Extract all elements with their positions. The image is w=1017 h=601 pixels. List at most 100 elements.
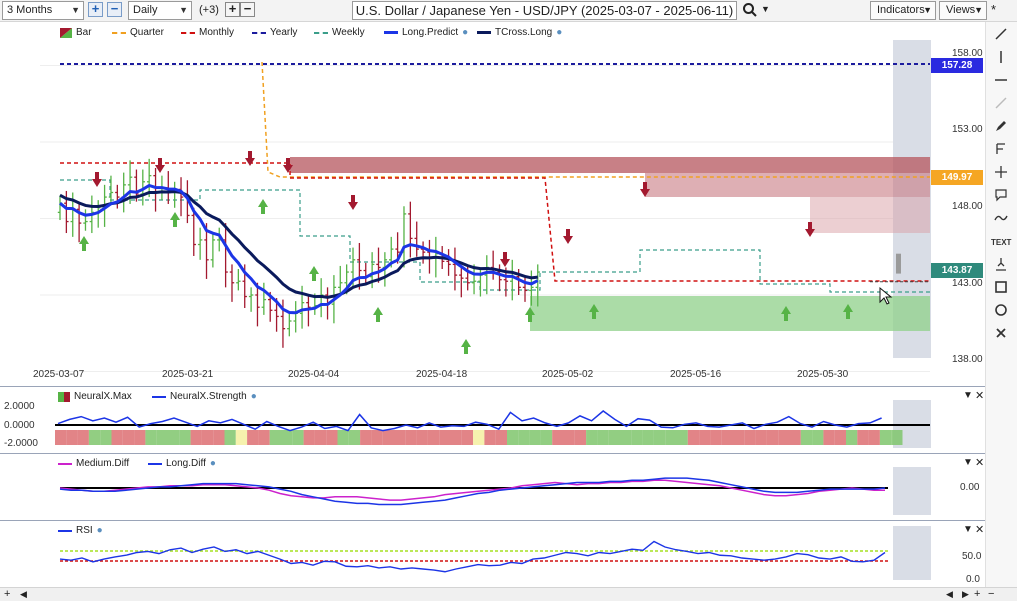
settings-dot-icon[interactable]: ● — [251, 391, 257, 402]
bar-legend-icon — [60, 27, 72, 38]
horizontal-line-tool-icon[interactable] — [990, 72, 1012, 91]
annotation-tool-icon[interactable] — [990, 187, 1012, 206]
settings-dot-icon[interactable]: ● — [97, 525, 103, 536]
zoom-in-button[interactable]: + — [88, 2, 103, 17]
remove-overlay-button[interactable]: − — [240, 2, 255, 17]
panel-menu-icon[interactable]: ▼ — [963, 524, 973, 535]
rectangle-tool-icon[interactable] — [990, 279, 1012, 298]
supply-zone — [290, 157, 930, 173]
panel-separator[interactable] — [0, 520, 985, 521]
period-select-value: 3 Months — [7, 4, 53, 16]
channel-tool-icon[interactable] — [990, 256, 1012, 275]
sell-arrow-stem — [286, 158, 290, 165]
search-icon[interactable] — [742, 2, 758, 18]
heat-cell — [574, 430, 587, 445]
vertical-line-tool-icon[interactable] — [990, 49, 1012, 68]
interval-select[interactable]: Daily ▼ — [128, 1, 192, 20]
legend-medium-diff-label: Medium.Diff — [76, 458, 130, 469]
price-axis-label: 143.00 — [952, 278, 983, 289]
scroll-left-icon[interactable]: ◀ — [20, 589, 27, 600]
bottom-scrollbar[interactable]: + ◀ ◀ ▶ + − — [0, 587, 1017, 601]
fibonacci-tool-icon[interactable] — [990, 141, 1012, 160]
scroll-right-icon[interactable]: ▶ — [962, 589, 969, 600]
legend-monthly-label: Monthly — [199, 27, 235, 38]
indicators-menu[interactable]: Indicators ▼ — [870, 1, 936, 20]
heat-cell — [55, 430, 67, 445]
long-diff-swatch — [148, 462, 162, 465]
symbol-title[interactable]: U.S. Dollar / Japanese Yen - USD/JPY (20… — [352, 1, 737, 20]
buy-arrow-stem — [173, 220, 177, 227]
heat-cell — [529, 430, 541, 445]
heat-cell — [823, 430, 835, 445]
supply-zone-low — [810, 197, 930, 233]
zoom-out-button[interactable]: − — [107, 2, 122, 17]
views-menu-label: Views — [946, 4, 976, 16]
crosshair-tool-icon[interactable] — [990, 164, 1012, 183]
neuralx-axis-label: -2.0000 — [4, 438, 38, 449]
close-icon[interactable]: ✕ — [975, 456, 984, 469]
heat-cell — [281, 430, 293, 445]
add-panel-icon[interactable]: + — [4, 588, 10, 600]
heat-cell — [179, 430, 191, 445]
heat-cell — [145, 430, 157, 445]
settings-dot-icon[interactable]: ● — [210, 458, 216, 469]
heat-cell — [213, 430, 225, 445]
date-axis-label: 2025-05-16 — [670, 369, 722, 380]
buy-arrow-stem — [261, 207, 265, 214]
ellipse-tool-icon[interactable] — [990, 302, 1012, 321]
neuralx-panel[interactable] — [0, 388, 985, 452]
drawing-tools-column: TEXT — [985, 22, 1017, 587]
settings-dot-icon[interactable]: ● — [556, 27, 562, 38]
zoom-plus-icon[interactable]: + — [974, 588, 980, 600]
yearly-price-tag: 157.28 — [931, 58, 983, 73]
delete-drawings-icon[interactable] — [990, 325, 1012, 344]
rsi-axis-label: 0.0 — [966, 574, 980, 585]
sell-arrow-stem — [95, 172, 99, 179]
panel-menu-icon[interactable]: ▼ — [963, 457, 973, 468]
legend-long-diff: Long.Diff ● — [148, 458, 216, 469]
date-axis-label: 2025-03-07 — [33, 369, 85, 380]
legend-rsi-label: RSI — [76, 525, 93, 536]
sell-arrow-stem — [248, 151, 252, 158]
interval-select-value: Daily — [133, 4, 158, 16]
zoom-minus-icon[interactable]: − — [988, 588, 994, 600]
price-chart[interactable] — [0, 22, 985, 384]
heat-cell — [744, 430, 756, 445]
heat-cell — [224, 430, 236, 445]
sell-arrow-stem — [643, 182, 647, 189]
heat-cell — [676, 430, 688, 445]
sell-arrow-icon — [348, 202, 358, 210]
sell-arrow-icon — [92, 179, 102, 187]
panel-separator[interactable] — [0, 386, 985, 387]
heat-cell — [733, 430, 745, 445]
ray-tool-icon[interactable] — [990, 95, 1012, 114]
heat-cell — [597, 430, 609, 445]
buy-arrow-stem — [376, 315, 380, 322]
period-select[interactable]: 3 Months ▼ — [2, 1, 84, 20]
rsi-panel[interactable] — [0, 522, 985, 586]
heat-cell — [484, 430, 496, 445]
add-overlay-button[interactable]: + — [225, 2, 240, 17]
trendline-tool-icon[interactable] — [990, 26, 1012, 45]
search-chevron-icon[interactable]: ▼ — [761, 4, 770, 14]
legend-weekly: Weekly — [314, 27, 365, 38]
pencil-tool-icon[interactable] — [990, 118, 1012, 137]
sell-arrow-icon — [563, 236, 573, 244]
legend-neuralx-max: NeuralX.Max — [58, 391, 132, 402]
legend-tcross-long-label: TCross.Long — [495, 27, 553, 38]
close-icon[interactable]: ✕ — [975, 523, 984, 536]
heat-cell — [269, 430, 281, 445]
close-icon[interactable]: ✕ — [975, 389, 984, 402]
settings-dot-icon[interactable]: ● — [462, 27, 468, 38]
buy-arrow-icon — [309, 266, 319, 274]
text-tool-icon[interactable]: TEXT — [990, 233, 1012, 252]
views-menu[interactable]: Views ▼ — [939, 1, 987, 20]
panel-menu-icon[interactable]: ▼ — [963, 390, 973, 401]
scroll-left-end-icon[interactable]: ◀ — [946, 589, 953, 600]
legend-quarter-label: Quarter — [130, 27, 164, 38]
buy-arrow-icon — [373, 307, 383, 315]
wave-tool-icon[interactable] — [990, 210, 1012, 229]
panel-separator[interactable] — [0, 453, 985, 454]
heat-cell — [111, 430, 123, 445]
favorite-star[interactable]: * — [991, 2, 996, 17]
